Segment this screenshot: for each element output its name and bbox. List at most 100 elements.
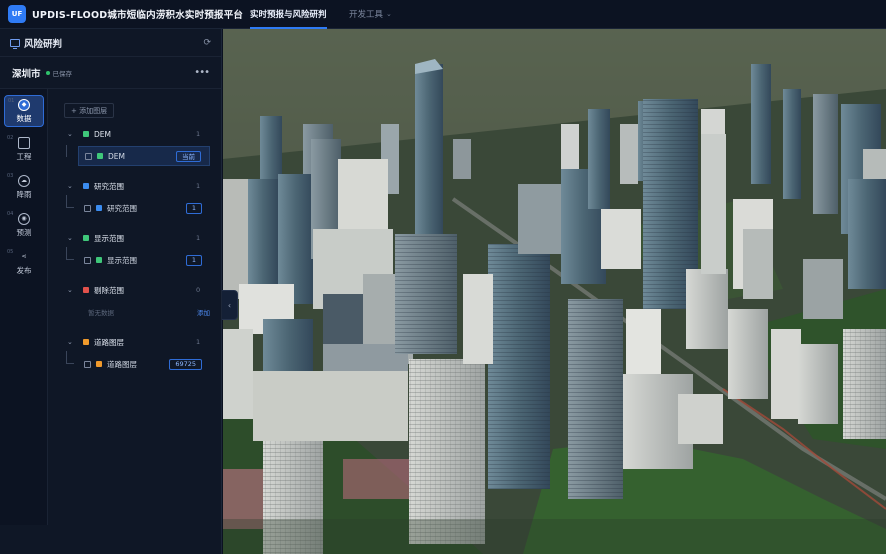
tree-connector (66, 247, 67, 259)
side-item-publish[interactable]: 05 ⋖ 发布 (4, 247, 44, 279)
layer-group-label: 道路图层 (94, 337, 124, 347)
tree-connector (66, 363, 74, 364)
layer-badge: 69725 (169, 358, 202, 370)
layer-item-study-area[interactable]: 研究范围 1 (78, 198, 210, 218)
layer-visibility-checkbox[interactable] (84, 204, 91, 212)
panel-header: 风险研判 ⟳ (0, 29, 221, 57)
add-layer-button[interactable]: + 添加图层 (64, 103, 115, 118)
layer-group-count: 1 (196, 234, 201, 242)
side-item-data[interactable]: 01 ◆ 数据 (4, 95, 44, 127)
layer-color-swatch (83, 235, 89, 241)
tree-connector (66, 259, 74, 260)
side-item-number: 03 (7, 173, 14, 179)
side-item-project[interactable]: 02 工程 (4, 133, 44, 165)
tree-connector (66, 207, 74, 208)
city-3d-scene (223, 29, 886, 554)
empty-text: 暂无数据 (88, 309, 114, 317)
app-title: UPDIS-FLOOD城市短临内涝积水实时预报平台 (32, 10, 244, 21)
plus-icon: + (71, 106, 80, 115)
chevron-down-icon[interactable]: ⌄ (67, 338, 73, 346)
tab-label: 实时预报与风险研判 (250, 10, 327, 20)
layer-item-label: DEM (108, 151, 125, 161)
layer-color-swatch (96, 361, 102, 367)
layer-group-count: 1 (196, 182, 201, 190)
layer-visibility-checkbox[interactable] (84, 256, 91, 264)
layer-group-study-area[interactable]: ⌄ 研究范围 1 (48, 178, 221, 194)
side-item-rainfall[interactable]: 03 ☁ 降雨 (4, 171, 44, 203)
chevron-down-icon[interactable]: ⌄ (67, 182, 73, 190)
side-item-label: 工程 (16, 151, 32, 161)
tree-connector (66, 351, 67, 363)
rain-icon: ☁ (18, 174, 30, 187)
layer-group-count: 1 (196, 130, 201, 138)
add-layer-label: 添加图层 (79, 106, 108, 115)
chevron-down-icon[interactable]: ⌄ (67, 286, 73, 294)
more-icon[interactable]: ••• (194, 67, 210, 78)
layer-item-dem[interactable]: DEM 当前 (78, 146, 210, 166)
city-name: 深圳市 (12, 68, 41, 80)
side-item-forecast[interactable]: 04 ◉ 预测 (4, 209, 44, 241)
layer-group-label: 剔除范围 (94, 285, 124, 295)
layer-group-label: 研究范围 (94, 181, 124, 191)
layer-color-swatch (97, 153, 103, 159)
empty-layer-row: 暂无数据 添加 (88, 305, 210, 319)
monitor-icon (10, 38, 20, 49)
tab-realtime-forecast[interactable]: 实时预报与风险研判 (250, 0, 327, 29)
top-bar: UF UPDIS-FLOOD城市短临内涝积水实时预报平台 实时预报与风险研判 开… (0, 0, 886, 29)
layer-group-count: 0 (196, 286, 201, 294)
side-item-number: 05 (7, 249, 14, 255)
shield-icon: ◆ (18, 98, 30, 111)
layer-group-display-area[interactable]: ⌄ 显示范围 1 (48, 230, 221, 246)
side-item-label: 数据 (16, 113, 32, 123)
layer-visibility-checkbox[interactable] (84, 360, 91, 368)
app-logo: UF (8, 5, 26, 23)
layer-group-label: 显示范围 (94, 233, 124, 243)
panel-title: 风险研判 (24, 38, 63, 50)
layer-tree: + 添加图层 ⌄ DEM 1 DEM 当前 ⌄ 研究范围 1 研究范围 1 ⌄ … (48, 89, 221, 525)
side-item-number: 01 (8, 98, 15, 104)
layer-badge: 1 (185, 254, 202, 266)
layer-item-roads[interactable]: 道路图层 69725 (78, 354, 210, 374)
layer-visibility-checkbox[interactable] (85, 152, 92, 160)
chevron-down-icon[interactable]: ⌄ (67, 234, 73, 242)
tab-dev-tools[interactable]: 开发工具 ⌄ (349, 0, 392, 29)
chevron-down-icon: ⌄ (386, 10, 392, 18)
layer-item-label: 道路图层 (107, 359, 137, 369)
tab-label: 开发工具 (349, 10, 384, 20)
layer-group-dem[interactable]: ⌄ DEM 1 (48, 126, 221, 142)
layer-color-swatch (83, 339, 89, 345)
city-row: 深圳市 已保存 ••• (0, 57, 221, 89)
saved-status: 已保存 (52, 69, 73, 78)
layer-item-label: 研究范围 (107, 203, 137, 213)
layer-group-roads[interactable]: ⌄ 道路图层 1 (48, 334, 221, 350)
layer-group-count: 1 (196, 338, 201, 346)
layer-group-exclusion-area[interactable]: ⌄ 剔除范围 0 (48, 282, 221, 298)
saved-status-dot (45, 70, 50, 75)
tree-connector (66, 195, 67, 207)
layer-badge: 当前 (176, 150, 201, 162)
side-item-label: 预测 (16, 227, 32, 237)
map-viewport[interactable] (223, 29, 886, 554)
share-icon: ⋖ (21, 253, 27, 260)
target-icon: ◉ (18, 212, 30, 225)
side-item-number: 04 (7, 211, 14, 217)
side-item-label: 降雨 (16, 189, 32, 199)
layer-item-display-area[interactable]: 显示范围 1 (78, 250, 210, 270)
side-item-number: 02 (7, 135, 14, 141)
side-nav: 01 ◆ 数据 02 工程 03 ☁ 降雨 04 ◉ 预测 05 ⋖ 发布 (0, 89, 48, 525)
refresh-icon[interactable]: ⟳ (203, 38, 211, 48)
layer-color-swatch (96, 257, 102, 263)
layer-color-swatch (83, 287, 89, 293)
layer-badge: 1 (185, 202, 202, 214)
layer-color-swatch (83, 183, 89, 189)
tree-connector (66, 145, 67, 157)
layer-color-swatch (83, 131, 89, 137)
layer-group-label: DEM (94, 129, 111, 139)
collapse-panel-button[interactable]: ‹ (222, 290, 238, 320)
folder-icon (18, 136, 30, 149)
side-item-label: 发布 (16, 265, 32, 275)
chevron-down-icon[interactable]: ⌄ (67, 130, 73, 138)
layer-color-swatch (96, 205, 102, 211)
add-data-link[interactable]: 添加 (197, 307, 210, 317)
layer-item-label: 显示范围 (107, 255, 137, 265)
